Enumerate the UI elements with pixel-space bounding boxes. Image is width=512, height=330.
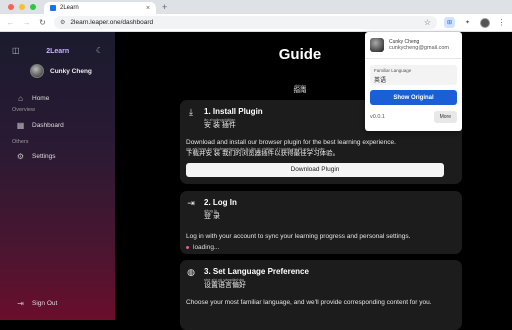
card-body: Choose your most familiar language, and … (180, 299, 462, 307)
sidebar-item-home[interactable]: ⌂ Home (0, 91, 115, 105)
card-description-chinese: 下载并安 装 我们的浏览器插件以获得最佳学习体验。 (186, 150, 340, 158)
extension-popup: Cunky Cheng cunkycheng@gmail.com Familia… (365, 32, 462, 131)
card-body: Log in with your account to sync your le… (180, 233, 462, 251)
section-label-overview: Overview (12, 107, 35, 113)
brand-logo: 2Learn (46, 47, 70, 55)
sidebar-toggle-icon[interactable]: ◫ (12, 47, 20, 55)
section-label-others: Others (12, 139, 29, 145)
tab-close-icon[interactable]: × (146, 5, 150, 12)
download-plugin-button[interactable]: Download Plugin (186, 162, 444, 177)
guide-card-login: ⇥ 2. Log In dēng lù 登 录 Log in with your… (180, 191, 462, 254)
loading-text: loading... (193, 243, 220, 251)
more-button[interactable]: More (433, 111, 457, 123)
card-description: Choose your most familiar language, and … (186, 298, 432, 306)
familiar-language-label: Familiar Language (374, 68, 412, 73)
new-tab-button[interactable]: + (162, 3, 167, 14)
url-text[interactable]: 2learn.leaper.one/dashboard (70, 19, 153, 26)
close-window-button[interactable] (8, 4, 14, 10)
forward-icon[interactable]: → (22, 18, 31, 27)
back-icon[interactable]: ← (6, 18, 15, 27)
browser-toolbar: ← → ↻ ⚙ 2learn.leaper.one/dashboard ☆ ⊞ … (0, 14, 512, 32)
bookmark-star-icon[interactable]: ☆ (424, 18, 431, 27)
globe-icon: ◍ (187, 267, 195, 277)
profile-avatar-icon[interactable] (480, 17, 490, 28)
home-icon: ⌂ (18, 93, 23, 103)
login-icon: ⇥ (187, 198, 195, 208)
card-title: 2. Log In (204, 198, 237, 207)
card-title-chinese: 安 装 插件 (204, 122, 236, 130)
card-title-chinese: 设置语言偏好 (204, 282, 246, 290)
sidebar: ◫ 2Learn ☾ Cunky Cheng ⌂ Home Overview ▦… (0, 32, 115, 320)
familiar-language-select[interactable]: Familiar Language 英语 (370, 65, 457, 85)
gear-icon: ⚙ (16, 151, 25, 161)
card-title-annotation: shè zhì yǔ yánpiānhǎo 设置语言偏好 (204, 277, 309, 290)
popup-divider (365, 58, 462, 59)
user-name: Cunky Cheng (50, 67, 92, 75)
favicon-icon (50, 5, 56, 11)
familiar-language-value: 英语 (374, 78, 387, 84)
popup-user: Cunky Cheng cunkycheng@gmail.com (365, 32, 462, 52)
sidebar-user: Cunky Cheng (0, 64, 115, 78)
popup-avatar (370, 38, 384, 52)
card-title: 1. Install Plugin (204, 107, 263, 116)
site-settings-icon[interactable]: ⚙ (60, 19, 65, 26)
theme-toggle-icon[interactable]: ☾ (96, 47, 103, 55)
popup-user-email: cunkycheng@gmail.com (389, 45, 449, 51)
window-controls (0, 4, 44, 14)
card-title-annotation: dēng lù 登 录 (204, 208, 237, 221)
show-original-button[interactable]: Show Original (370, 90, 457, 105)
download-icon: ⤓ (189, 107, 193, 117)
browser-tab-strip: 2Learn × + (0, 0, 512, 14)
extension-2learn-icon[interactable]: ⊞ (444, 17, 455, 28)
sidebar-item-label: Settings (32, 152, 56, 160)
loading-indicator: loading... (186, 244, 456, 251)
sign-out-icon: ⇥ (17, 298, 24, 308)
sidebar-item-label: Dashboard (32, 121, 64, 129)
sign-out-label: Sign Out (32, 299, 58, 307)
card-header: ◍ 3. Set Language Preference shè zhì yǔ … (180, 260, 462, 290)
sidebar-item-settings[interactable]: ⚙ Settings (0, 149, 115, 163)
card-body: Download and install our browser plugin … (180, 139, 462, 177)
extensions-puzzle-icon[interactable]: ✦ (462, 17, 473, 28)
minimize-window-button[interactable] (19, 4, 25, 10)
maximize-window-button[interactable] (30, 4, 36, 10)
browser-tab[interactable]: 2Learn × (44, 2, 156, 14)
sign-out-button[interactable]: ⇥ Sign Out (0, 296, 57, 310)
reload-icon[interactable]: ↻ (38, 18, 47, 27)
card-title-chinese: 登 录 (204, 213, 220, 221)
sidebar-item-label: Home (32, 94, 50, 102)
browser-menu-icon[interactable]: ⋮ (497, 18, 506, 27)
card-title: 3. Set Language Preference (204, 267, 309, 276)
card-title-annotation: ān zhuāngchājiàn 安 装 插件 (204, 117, 263, 130)
sidebar-item-dashboard[interactable]: ▦ Dashboard (0, 118, 115, 132)
loading-dot-icon (186, 245, 189, 249)
card-header: ⇥ 2. Log In dēng lù 登 录 (180, 191, 462, 221)
avatar (30, 64, 44, 78)
tab-title: 2Learn (60, 5, 79, 11)
dashboard-icon: ▦ (16, 120, 25, 130)
sidebar-header: ◫ 2Learn ☾ (0, 32, 115, 55)
address-bar[interactable]: ⚙ 2learn.leaper.one/dashboard ☆ (54, 16, 437, 29)
card-description-annotation: xià zài bìng ān zhuāngwǒmen de liú lǎn q… (186, 146, 456, 158)
version-text: v0.0.1 (370, 114, 385, 120)
popup-footer: v0.0.1 More (365, 111, 462, 123)
card-description: Log in with your account to sync your le… (186, 232, 411, 240)
